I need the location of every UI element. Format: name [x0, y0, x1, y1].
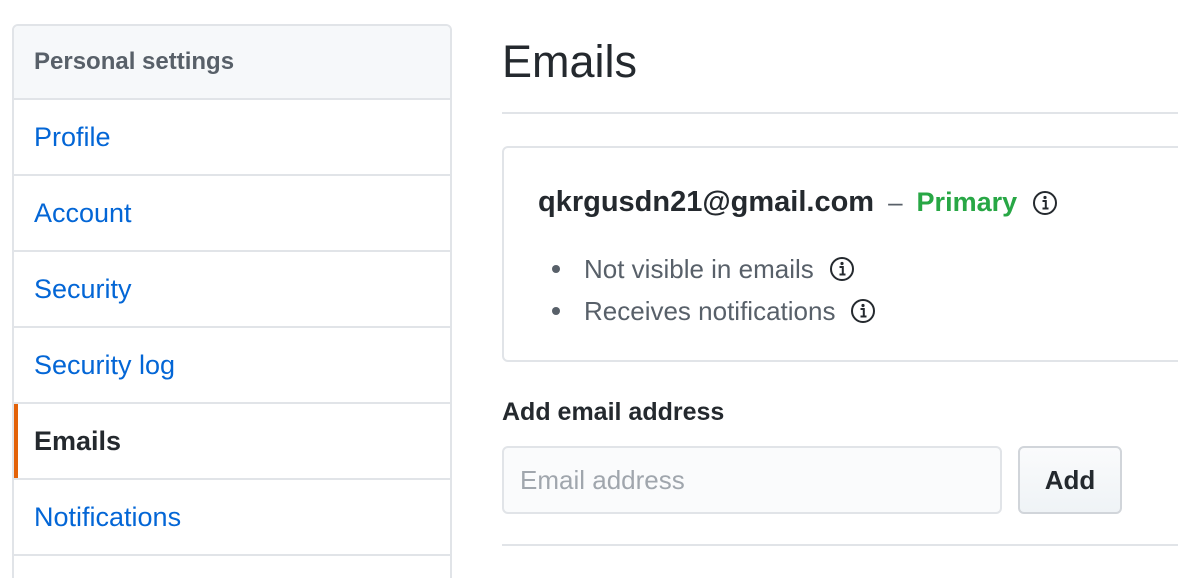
- page-title: Emails: [502, 36, 638, 87]
- info-icon-graphic: [851, 299, 876, 323]
- sidebar-item-emails[interactable]: Emails: [14, 404, 450, 480]
- sidebar-item-security-log[interactable]: Security log: [14, 328, 450, 404]
- sidebar-item-profile[interactable]: Profile: [14, 100, 450, 176]
- info-icon-graphic: [829, 257, 854, 281]
- email-separator: –: [888, 187, 903, 217]
- sidebar-item-security[interactable]: Security: [14, 252, 450, 328]
- detail-receives-notifications: Receives notifications: [584, 295, 836, 326]
- info-icon-graphic: [1033, 190, 1058, 215]
- add-email-label: Add email address: [502, 398, 725, 426]
- info-icon[interactable]: [849, 297, 877, 325]
- section-divider: [502, 544, 1178, 546]
- detail-not-visible: Not visible in emails: [584, 253, 814, 284]
- sidebar-header: Personal settings: [14, 26, 450, 100]
- list-item: Not visible in emails: [538, 248, 877, 290]
- sidebar-item-notifications[interactable]: Notifications: [14, 480, 450, 556]
- email-details-list: Not visible in emails Receives notificat…: [538, 248, 877, 332]
- primary-badge: Primary: [916, 187, 1018, 217]
- email-entry-box: qkrgusdn21@gmail.com – Primary Not visib…: [502, 146, 1178, 362]
- settings-page: Personal settings Profile Account Securi…: [0, 0, 1178, 578]
- email-entry-line: qkrgusdn21@gmail.com – Primary: [538, 186, 1059, 219]
- add-email-button[interactable]: Add: [1018, 446, 1122, 514]
- sidebar: Personal settings Profile Account Securi…: [12, 24, 452, 578]
- email-address: qkrgusdn21@gmail.com: [538, 186, 875, 218]
- info-icon[interactable]: [1031, 189, 1059, 217]
- list-item: Receives notifications: [538, 290, 877, 332]
- email-address-input[interactable]: [502, 446, 1002, 514]
- bullet-dot: [552, 307, 560, 315]
- title-divider: [502, 112, 1178, 114]
- bullet-dot: [552, 265, 560, 273]
- sidebar-item-account[interactable]: Account: [14, 176, 450, 252]
- info-icon[interactable]: [828, 255, 856, 283]
